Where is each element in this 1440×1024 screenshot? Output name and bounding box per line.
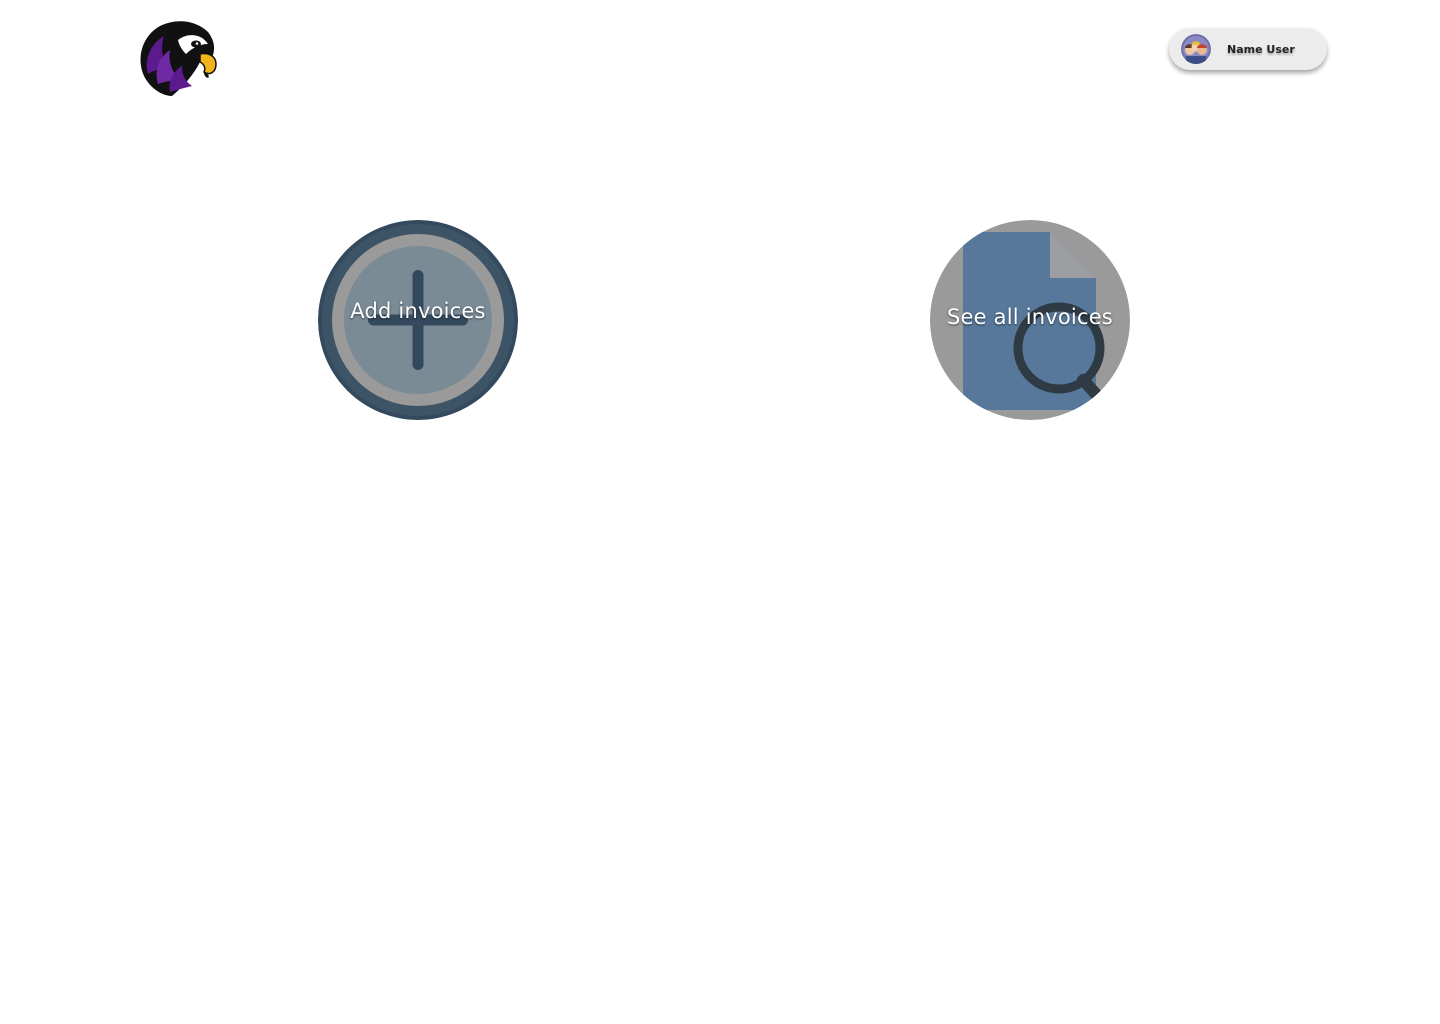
add-invoices-button[interactable]: Add invoices [318, 220, 518, 420]
user-avatar-icon [1181, 34, 1211, 64]
see-all-invoices-button[interactable]: See all invoices [930, 220, 1130, 420]
page: Name User Add invoices See all invoices [0, 0, 1440, 1024]
user-name: Name User [1227, 42, 1295, 56]
add-invoices-label: Add invoices [350, 299, 486, 323]
falcon-logo-icon[interactable] [134, 18, 220, 100]
user-profile-button[interactable]: Name User [1169, 28, 1327, 70]
see-all-invoices-label: See all invoices [947, 305, 1113, 329]
